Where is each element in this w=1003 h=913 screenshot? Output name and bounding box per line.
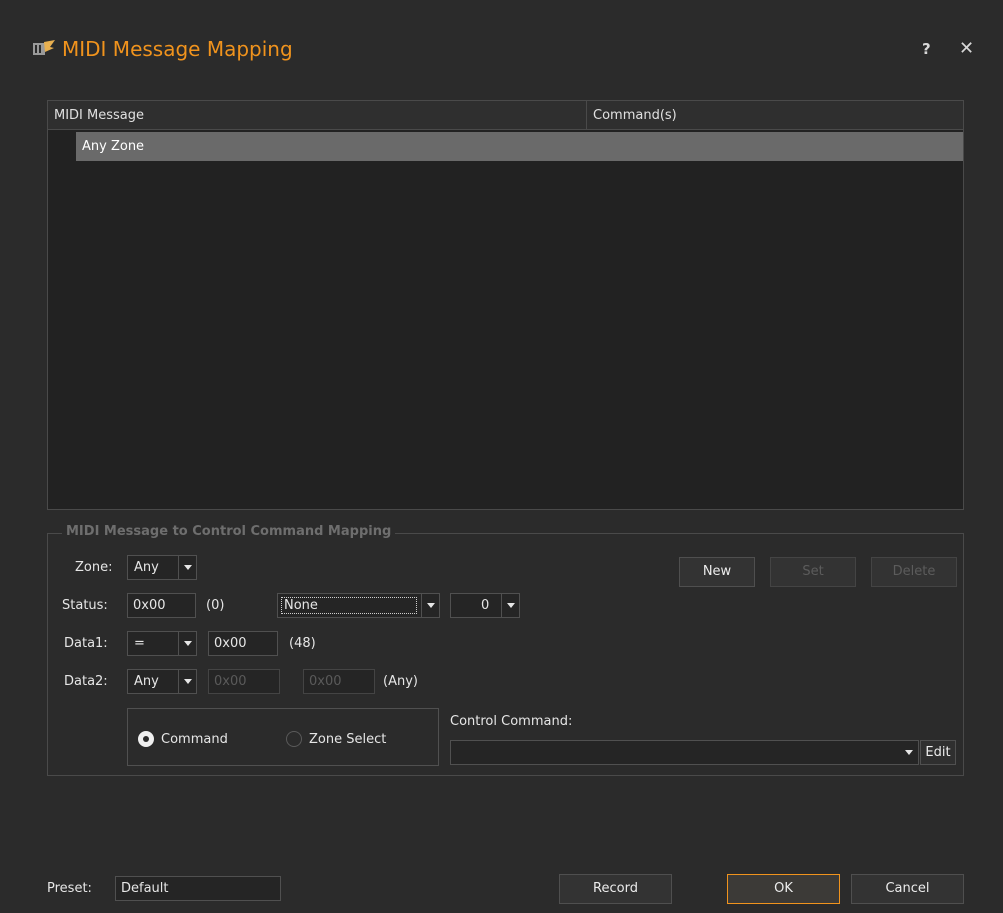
new-button[interactable]: New <box>679 557 755 587</box>
app-logo-icon <box>33 40 55 55</box>
zone-label: Zone: <box>75 560 113 575</box>
preset-input[interactable]: Default <box>115 876 281 901</box>
data1-hex-input[interactable]: 0x00 <box>208 631 278 656</box>
data1-operator-select[interactable]: = <box>127 631 197 656</box>
command-radio-label[interactable]: Command <box>161 732 228 747</box>
list-item[interactable]: Any Zone <box>76 132 963 161</box>
zone-select-radio-label[interactable]: Zone Select <box>309 732 386 747</box>
command-radio[interactable] <box>138 731 154 747</box>
status-type-select[interactable]: None <box>277 593 440 618</box>
data2-operator-value: Any <box>134 674 159 689</box>
chevron-down-icon[interactable] <box>900 741 918 764</box>
column-header-commands[interactable]: Command(s) <box>587 101 963 130</box>
data2-operator-select[interactable]: Any <box>127 669 197 694</box>
midi-mapping-list[interactable]: MIDI Message Command(s) Any Zone <box>47 100 964 510</box>
chevron-down-icon[interactable] <box>421 594 439 617</box>
list-header: MIDI Message Command(s) <box>48 101 963 130</box>
control-command-label: Control Command: <box>450 714 573 729</box>
cancel-button[interactable]: Cancel <box>851 874 964 904</box>
edit-command-button[interactable]: Edit <box>920 740 956 765</box>
close-button[interactable]: ✕ <box>959 38 974 59</box>
window-title: MIDI Message Mapping <box>62 37 293 61</box>
status-channel-select[interactable]: 0 <box>450 593 520 618</box>
set-button[interactable]: Set <box>770 557 856 587</box>
data1-operator-value: = <box>134 636 145 651</box>
status-channel-value: 0 <box>481 598 490 613</box>
chevron-down-icon[interactable] <box>178 556 196 579</box>
data1-decimal: (48) <box>289 636 316 651</box>
column-header-midi-message[interactable]: MIDI Message <box>48 101 587 130</box>
data2-hex-input-2[interactable]: 0x00 <box>303 669 375 694</box>
record-button[interactable]: Record <box>559 874 672 904</box>
data2-note: (Any) <box>383 674 418 689</box>
preset-label: Preset: <box>47 881 92 896</box>
delete-button[interactable]: Delete <box>871 557 957 587</box>
ok-button[interactable]: OK <box>727 874 840 904</box>
zone-select[interactable]: Any <box>127 555 197 580</box>
zone-value: Any <box>134 560 159 575</box>
data1-label: Data1: <box>64 636 108 651</box>
data2-hex-input-1[interactable]: 0x00 <box>208 669 280 694</box>
status-hex-input[interactable]: 0x00 <box>127 593 196 618</box>
chevron-down-icon[interactable] <box>178 670 196 693</box>
chevron-down-icon[interactable] <box>178 632 196 655</box>
status-decimal: (0) <box>206 598 225 613</box>
zone-select-radio[interactable] <box>286 731 302 747</box>
status-label: Status: <box>62 598 108 613</box>
status-type-value: None <box>284 598 318 613</box>
data2-label: Data2: <box>64 674 108 689</box>
help-button[interactable]: ? <box>922 40 931 58</box>
chevron-down-icon[interactable] <box>501 594 519 617</box>
control-command-select[interactable] <box>450 740 919 765</box>
title-bar: MIDI Message Mapping ? ✕ <box>0 0 1003 100</box>
mapping-group-title: MIDI Message to Control Command Mapping <box>62 524 396 539</box>
